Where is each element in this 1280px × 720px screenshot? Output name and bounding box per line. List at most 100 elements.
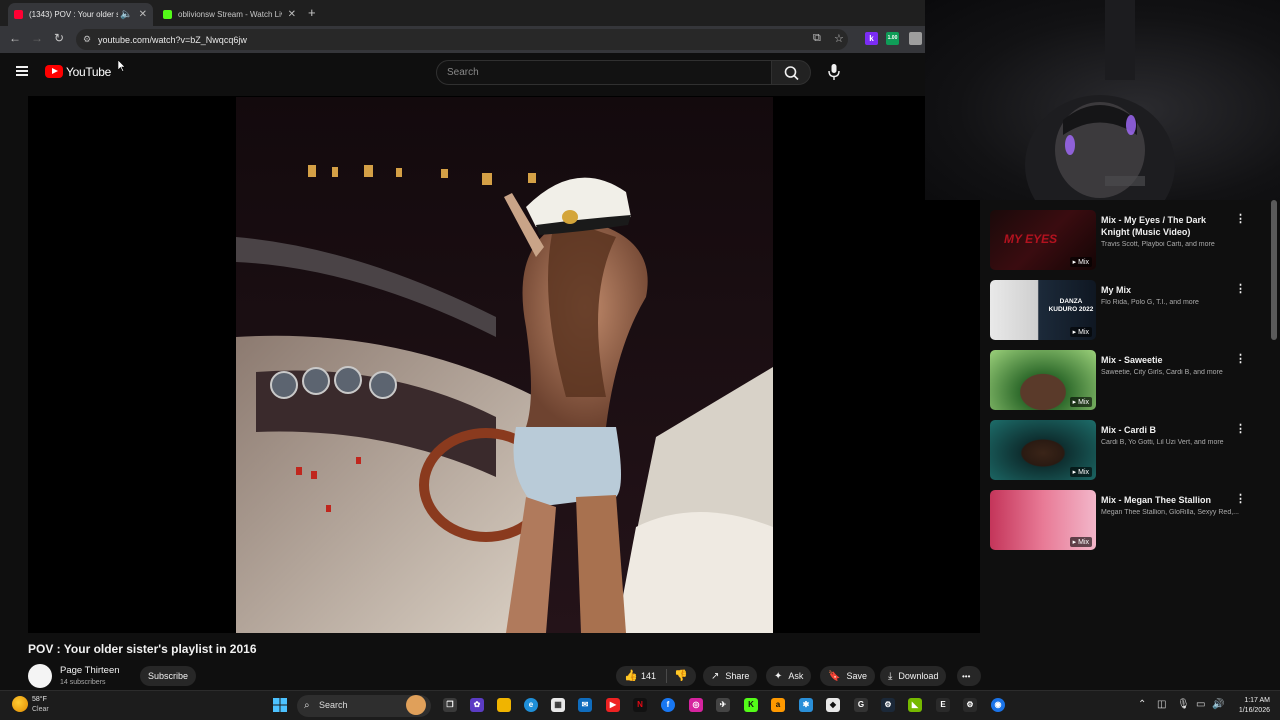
save-button[interactable]: 🔖 Save xyxy=(820,666,875,686)
video-frame[interactable] xyxy=(236,97,773,633)
steam-icon[interactable]: ⚙ xyxy=(881,698,895,712)
search-icon: ⌕ xyxy=(304,700,310,711)
recommendation-title[interactable]: Mix - Saweetie xyxy=(1101,354,1231,366)
task-view-icon[interactable]: ❐ xyxy=(443,698,457,712)
weather-icon[interactable] xyxy=(12,696,28,712)
search-input[interactable]: Search xyxy=(436,60,772,85)
tab-title: oblivionsw Stream - Watch Live xyxy=(178,10,282,19)
tray-overflow-icon[interactable]: ⌃ xyxy=(1138,699,1146,710)
youtube-header: YouTube Search xyxy=(0,53,925,93)
recommendation-subtitle: Travis Scott, Playboi Carti, and more xyxy=(1101,241,1215,248)
back-icon[interactable]: ← xyxy=(9,31,21,45)
ask-button[interactable]: ✦ Ask xyxy=(766,666,812,686)
recommendation-title[interactable]: My Mix xyxy=(1101,284,1231,296)
kick-favicon-icon xyxy=(163,10,172,19)
nvidia-icon[interactable]: ◣ xyxy=(908,698,922,712)
address-bar[interactable]: ⚙ youtube.com/watch?v=bZ_Nwqcq6jw ⧉ ☆ xyxy=(76,29,848,50)
speaker-icon[interactable]: 🔈 xyxy=(120,9,132,20)
thumbnail[interactable]: MY EYES ▸ Mix xyxy=(990,210,1096,270)
microphone-icon[interactable] xyxy=(823,61,845,83)
install-app-icon[interactable]: ⧉ xyxy=(813,32,821,45)
amazon-icon[interactable]: a xyxy=(771,698,785,712)
recommendation-item[interactable]: ▸ Mix Mix - Megan Thee Stallion Megan Th… xyxy=(990,490,1250,552)
channel-avatar[interactable] xyxy=(28,664,52,688)
roblox-icon[interactable]: ◆ xyxy=(826,698,840,712)
tab-stream[interactable]: oblivionsw Stream - Watch Live ✕ xyxy=(157,3,302,26)
page-scrollbar[interactable] xyxy=(1271,200,1277,340)
recommendation-title[interactable]: Mix - My Eyes / The Dark Knight (Music V… xyxy=(1101,214,1231,238)
recommendation-subtitle: Saweetie, City Girls, Cardi B, and more xyxy=(1101,369,1223,376)
store-icon[interactable]: ▦ xyxy=(551,698,565,712)
tab-youtube[interactable]: (1343) POV : Your older sister's playlis… xyxy=(8,3,153,26)
weather-condition[interactable]: Clear xyxy=(32,706,49,713)
epic-games-icon[interactable]: E xyxy=(936,698,950,712)
close-tab-icon[interactable]: ✕ xyxy=(288,9,296,20)
dislike-icon[interactable]: 👎 xyxy=(674,669,688,682)
download-icon: ⤓ xyxy=(888,670,893,682)
thumbnail[interactable]: ▸ Mix xyxy=(990,350,1096,410)
site-info-icon[interactable]: ⚙ xyxy=(83,34,91,45)
instagram-icon[interactable]: ◎ xyxy=(689,698,703,712)
recommendation-subtitle: Cardi B, Yo Gotti, Lil Uzi Vert, and mor… xyxy=(1101,439,1224,446)
app-grid-icon[interactable]: ✱ xyxy=(799,698,813,712)
forward-icon[interactable]: → xyxy=(31,31,43,45)
like-count[interactable]: 141 xyxy=(641,671,656,681)
thumbnail[interactable]: ▸ Mix xyxy=(990,490,1096,550)
share-button[interactable]: ↗ Share xyxy=(703,666,758,686)
windows-start-icon[interactable] xyxy=(273,698,287,712)
thumbnail[interactable]: DANZA KUDURO 2022 ▸ Mix xyxy=(990,280,1096,340)
more-options-icon[interactable]: ⋮ xyxy=(1235,424,1246,435)
chrome-icon[interactable]: ◉ xyxy=(991,698,1005,712)
thumbnail[interactable]: ▸ Mix xyxy=(990,420,1096,480)
recommendation-item[interactable]: ▸ Mix Mix - Saweetie Saweetie, City Girl… xyxy=(990,350,1250,412)
more-options-icon[interactable]: ⋮ xyxy=(1235,284,1246,295)
volume-icon[interactable]: 🔊 xyxy=(1212,699,1224,710)
edge-icon[interactable]: e xyxy=(524,698,538,712)
search-highlight-icon[interactable] xyxy=(406,695,426,715)
microphone-tray-icon[interactable]: 🎙 xyxy=(1177,699,1190,710)
video-still-image xyxy=(236,97,773,633)
extension-puzzle-icon[interactable] xyxy=(909,32,922,45)
recommendation-title[interactable]: Mix - Megan Thee Stallion xyxy=(1101,494,1231,506)
more-options-icon[interactable]: ⋮ xyxy=(1235,494,1246,505)
recommendation-item[interactable]: DANZA KUDURO 2022 ▸ Mix My Mix Flo Rida,… xyxy=(990,280,1250,342)
youtube-logo-icon[interactable] xyxy=(45,65,63,78)
subscribe-button[interactable]: Subscribe xyxy=(140,666,197,686)
more-options-icon[interactable]: ⋮ xyxy=(1235,214,1246,225)
weather-temperature[interactable]: 58°F xyxy=(32,696,47,703)
new-tab-button[interactable]: + xyxy=(308,5,316,20)
bookmark-star-icon[interactable]: ☆ xyxy=(834,32,844,45)
extension-k-icon[interactable]: k xyxy=(865,32,878,45)
recommendation-item[interactable]: MY EYES ▸ Mix Mix - My Eyes / The Dark K… xyxy=(990,210,1250,272)
search-button[interactable] xyxy=(771,60,811,85)
recommendation-title[interactable]: Mix - Cardi B xyxy=(1101,424,1231,436)
mix-badge: ▸ Mix xyxy=(1069,257,1092,267)
network-icon[interactable]: ◫ xyxy=(1157,699,1166,710)
settings-icon[interactable]: ⚙ xyxy=(963,698,977,712)
copilot-icon[interactable]: ✿ xyxy=(470,698,484,712)
more-options-icon[interactable]: ⋮ xyxy=(1235,354,1246,365)
share-icon: ↗ xyxy=(711,670,720,682)
download-button[interactable]: ⤓ Download xyxy=(880,666,947,686)
youtube-logo-text[interactable]: YouTube xyxy=(66,65,111,79)
netflix-icon[interactable]: N xyxy=(633,698,647,712)
recommendation-item[interactable]: ▸ Mix Mix - Cardi B Cardi B, Yo Gotti, L… xyxy=(990,420,1250,482)
system-clock[interactable]: 1:17 AM 1/16/2026 xyxy=(1226,696,1270,716)
menu-icon[interactable] xyxy=(16,66,28,76)
youtube-app-icon[interactable]: ▶ xyxy=(606,698,620,712)
facebook-icon[interactable]: f xyxy=(661,698,675,712)
channel-name[interactable]: Page Thirteen xyxy=(60,665,120,676)
display-icon[interactable]: ▭ xyxy=(1196,699,1205,710)
kick-app-icon[interactable]: K xyxy=(744,698,758,712)
app-g-icon[interactable]: G xyxy=(854,698,868,712)
file-explorer-icon[interactable] xyxy=(497,698,511,712)
reload-icon[interactable]: ↻ xyxy=(54,31,64,45)
outlook-icon[interactable]: ✉ xyxy=(578,698,592,712)
like-icon[interactable]: 👍 xyxy=(624,669,638,682)
extension-speed-icon[interactable]: 1.00 xyxy=(886,32,899,45)
download-label: Download xyxy=(898,671,939,681)
close-tab-icon[interactable]: ✕ xyxy=(139,9,147,20)
messenger-icon[interactable]: ✈ xyxy=(716,698,730,712)
more-actions-button[interactable]: ••• xyxy=(957,666,981,686)
mouse-cursor-icon xyxy=(118,60,126,72)
